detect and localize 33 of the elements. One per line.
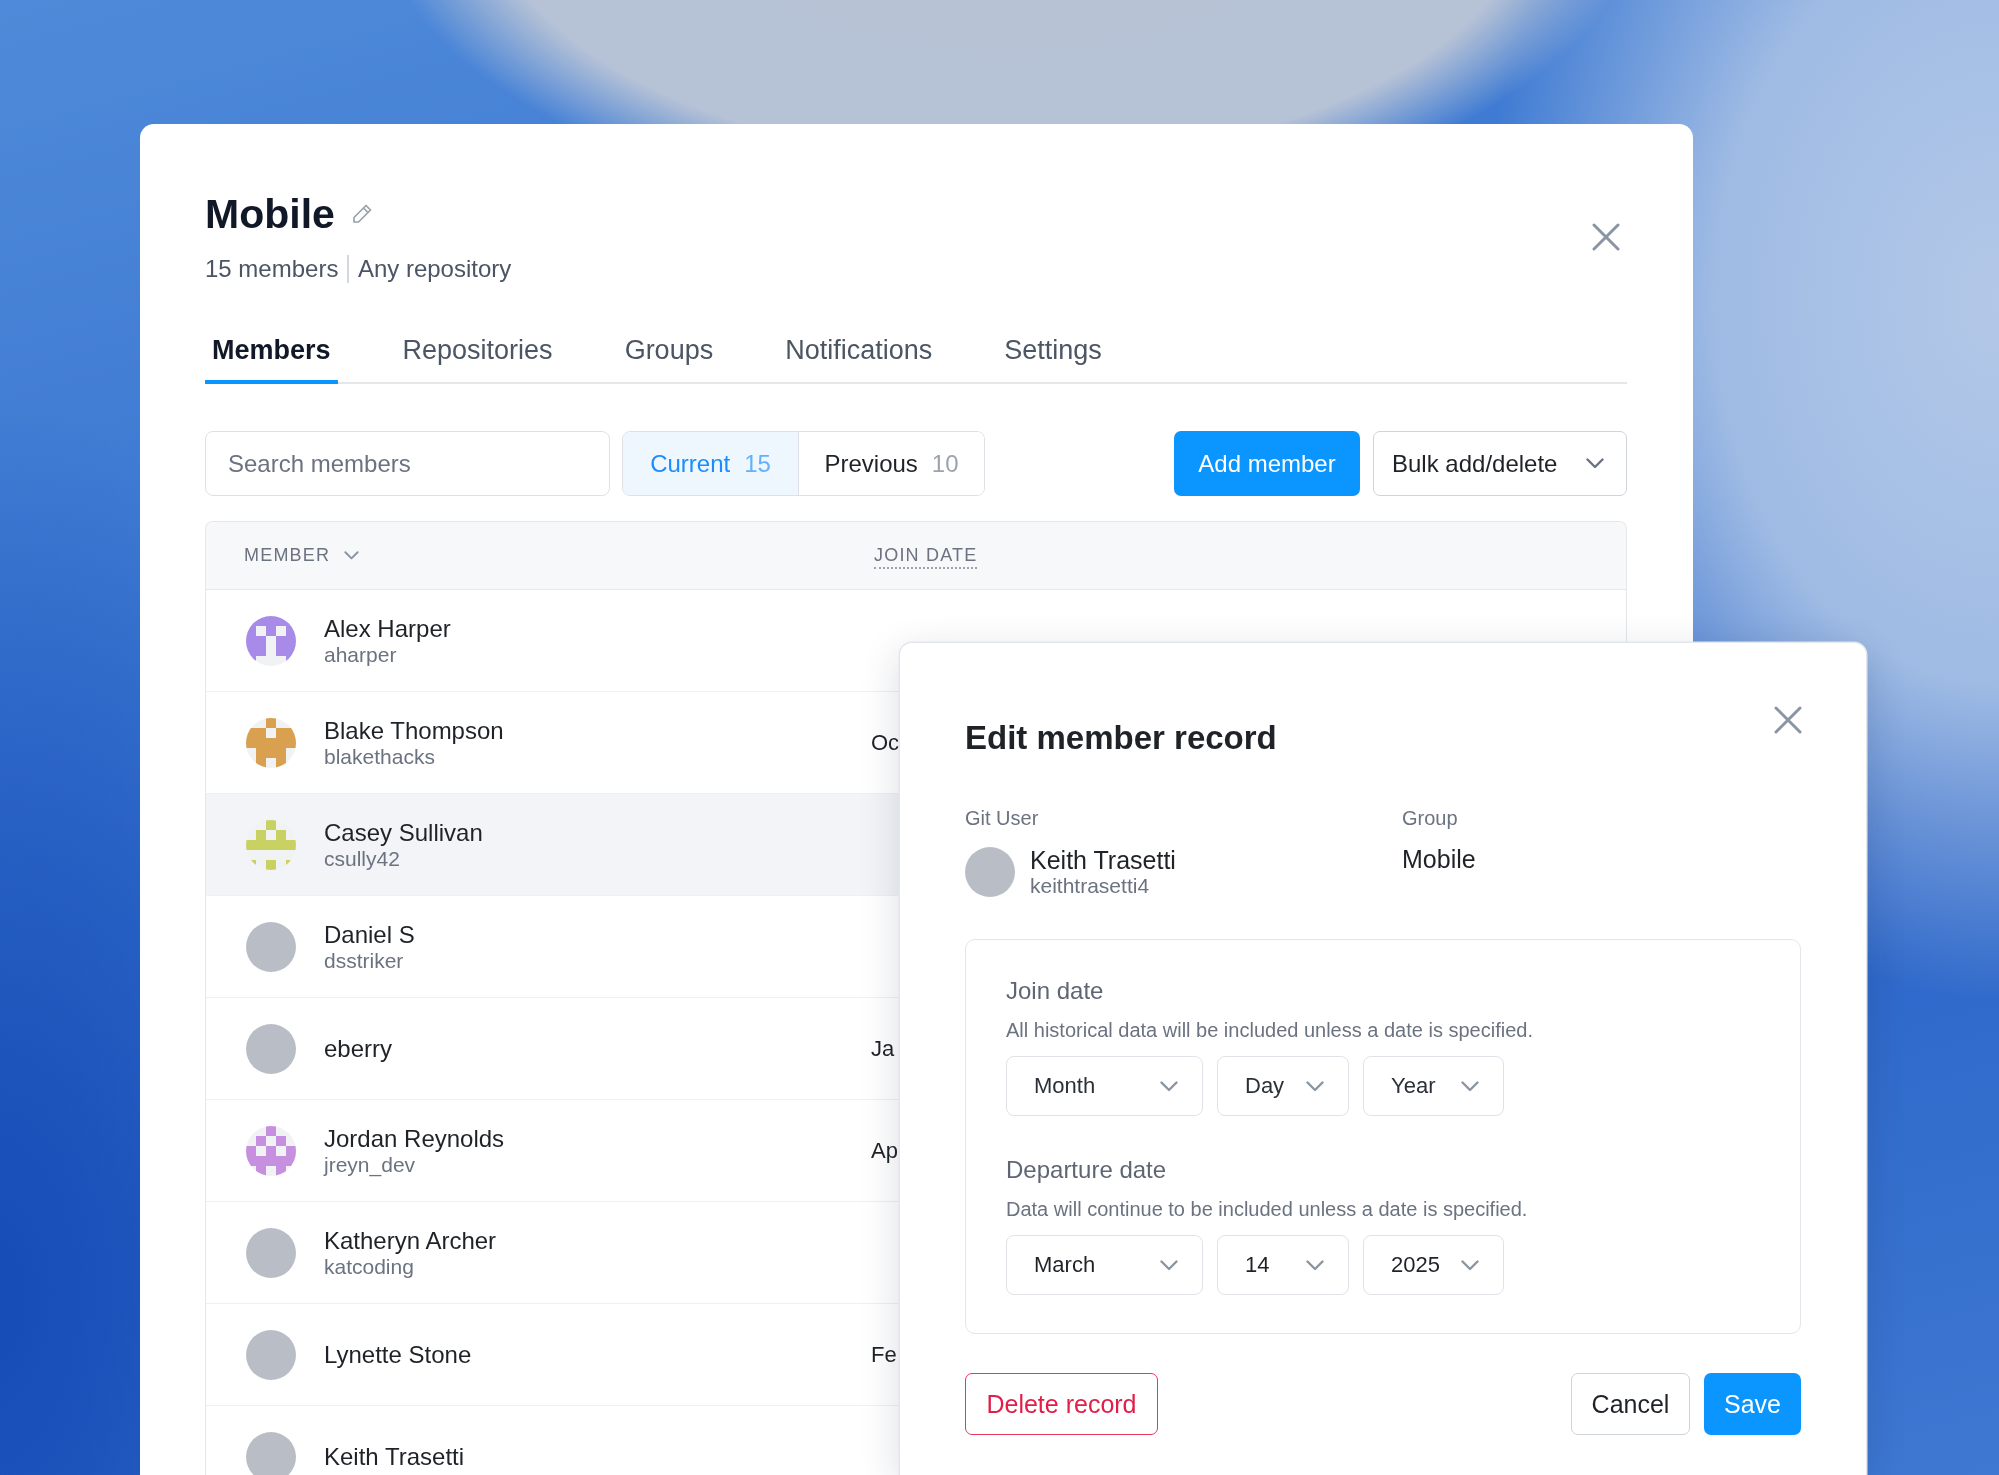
member-username: csully42 <box>324 846 401 871</box>
section-label: Join date <box>1006 977 1105 1005</box>
helper-text: Data will continue to be included unless a date is specified. <box>1006 1197 1529 1221</box>
join-date: Ja <box>871 1035 895 1062</box>
user-name: Keith Trasetti <box>1030 846 1176 874</box>
member-username: aharper <box>324 642 398 667</box>
member-name: eberry <box>324 1034 393 1063</box>
summary-text: Any repository <box>357 254 512 284</box>
member-username: dsstriker <box>324 948 405 973</box>
field-value: Mobile <box>1402 845 1477 873</box>
member-name: Keith Trasetti <box>324 1442 465 1471</box>
member-name: Daniel S <box>324 920 415 949</box>
join-date: Fe <box>871 1341 897 1368</box>
panel-title: Mobile <box>205 190 335 239</box>
summary-text: 15 members <box>205 254 339 284</box>
member-name: Casey Sullivan <box>324 818 483 847</box>
member-username: blakethacks <box>324 744 436 769</box>
field-label: Git User <box>965 806 1040 831</box>
member-name: Lynette Stone <box>324 1340 472 1369</box>
user-username: keithtrasetti4 <box>1030 874 1151 898</box>
member-name: Blake Thompson <box>324 716 504 745</box>
member-username: katcoding <box>324 1254 415 1279</box>
field-label: Group <box>1402 806 1459 831</box>
dialog-title: Edit member record <box>965 718 1277 758</box>
join-date: Ap <box>871 1137 898 1164</box>
member-name: Alex Harper <box>324 614 451 643</box>
helper-text: All historical data will be included unless a date is specified. <box>1006 1018 1534 1042</box>
member-username: jreyn_dev <box>324 1152 417 1177</box>
section-label: Departure date <box>1006 1156 1168 1184</box>
member-name: Katheryn Archer <box>324 1226 497 1255</box>
member-name: Jordan Reynolds <box>324 1124 505 1153</box>
column-header: JOIN DATE <box>874 545 978 569</box>
join-date: Oc <box>871 729 900 756</box>
